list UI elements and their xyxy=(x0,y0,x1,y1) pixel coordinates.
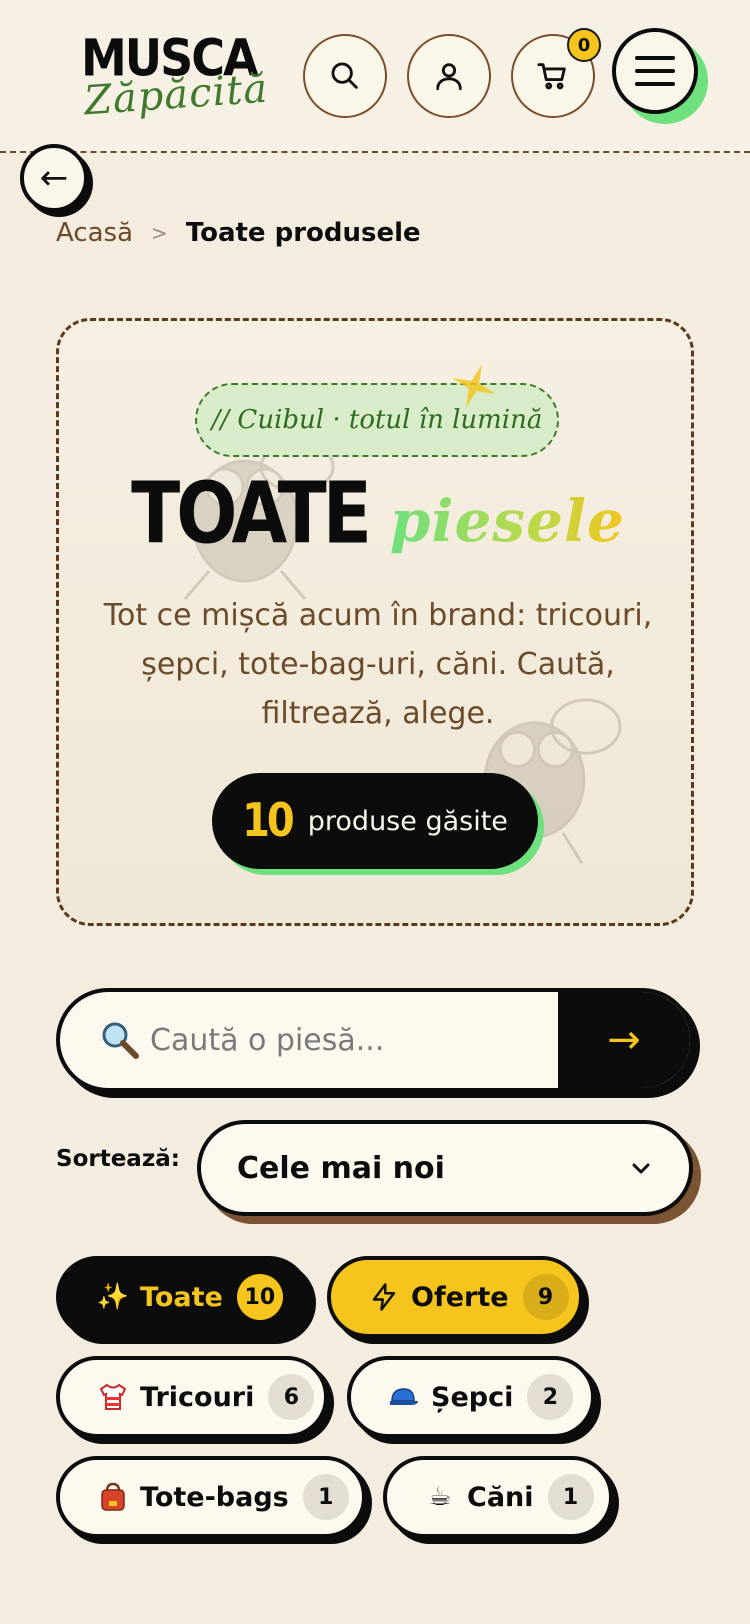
chip-label: Toate xyxy=(140,1281,223,1313)
chip-count: 2 xyxy=(527,1374,574,1420)
mug-icon: ☕ xyxy=(428,1482,452,1512)
title-main: TOATE xyxy=(131,463,372,563)
cart-icon xyxy=(537,63,566,90)
lightning-icon xyxy=(367,1280,401,1314)
page-title: TOATE piesele xyxy=(59,463,691,562)
filter-chip-tricouri[interactable]: Tricouri 6 xyxy=(56,1356,328,1438)
chip-label: Șepci xyxy=(431,1381,514,1413)
filter-chip-tote-bags[interactable]: Tote-bags 1 xyxy=(56,1456,366,1538)
tshirt-icon xyxy=(96,1380,130,1414)
breadcrumb: Acasă > Toate produsele xyxy=(56,218,421,248)
account-button[interactable] xyxy=(407,34,491,118)
cap-icon xyxy=(387,1380,421,1414)
chip-count: 1 xyxy=(547,1474,594,1520)
product-search: → xyxy=(56,988,694,1092)
chip-label: Tricouri xyxy=(140,1381,255,1413)
chip-count: 6 xyxy=(268,1374,315,1420)
chip-label: Tote-bags xyxy=(140,1481,289,1513)
product-count-number: 10 xyxy=(242,794,295,848)
cart-button[interactable]: 0 xyxy=(511,28,601,118)
filter-chip-cani[interactable]: ☕ Căni 1 xyxy=(383,1456,613,1538)
breadcrumb-separator: > xyxy=(151,221,168,245)
back-arrow-icon: ← xyxy=(39,158,69,198)
menu-button[interactable] xyxy=(612,28,698,114)
hero-tagline: // Cuibul · totul în lumină xyxy=(195,383,559,457)
search-button[interactable] xyxy=(303,34,387,118)
cart-count-badge: 0 xyxy=(567,28,601,62)
chip-count: 10 xyxy=(236,1274,283,1320)
site-header: MUSCA Zăpăcită 0 xyxy=(0,0,750,153)
filter-chip-toate[interactable]: ✨ Toate 10 xyxy=(56,1256,310,1338)
chip-label: Oferte xyxy=(411,1281,509,1313)
brand-logo[interactable]: MUSCA Zăpăcită xyxy=(78,28,270,128)
sparkles-icon: ✨ xyxy=(96,1282,130,1312)
back-button[interactable]: ← xyxy=(20,144,88,212)
bag-icon xyxy=(96,1480,130,1514)
hero-description: Tot ce mișcă acum în brand: tricouri, șe… xyxy=(103,598,653,731)
sort-selected-value: Cele mai noi xyxy=(237,1150,445,1186)
chip-count: 1 xyxy=(302,1474,349,1520)
sparkle-icon xyxy=(452,364,496,408)
breadcrumb-current: Toate produsele xyxy=(185,218,421,248)
chip-count: 9 xyxy=(522,1274,569,1320)
breadcrumb-home-link[interactable]: Acasă xyxy=(56,218,133,248)
search-icon xyxy=(331,62,358,89)
search-submit-button[interactable]: → xyxy=(558,992,690,1088)
menu-icon xyxy=(635,56,675,86)
sort-label: Sortează: xyxy=(56,1146,180,1172)
filter-chip-sepci[interactable]: Șepci 2 xyxy=(347,1356,595,1438)
chip-label: Căni xyxy=(467,1481,534,1513)
title-accent: piesele xyxy=(389,487,625,555)
product-count-badge: 10 produse găsite xyxy=(212,773,538,869)
hero-card: // Cuibul · totul în lumină TOATE piesele… xyxy=(56,318,694,926)
user-icon xyxy=(436,63,462,91)
search-input[interactable] xyxy=(150,1010,540,1070)
arrow-right-icon: → xyxy=(607,1017,641,1063)
product-count-label: produse găsite xyxy=(307,805,508,837)
chevron-down-icon xyxy=(632,1163,650,1174)
filter-chip-oferte[interactable]: Oferte 9 xyxy=(327,1256,583,1338)
sort-select[interactable]: Cele mai noi xyxy=(197,1120,693,1216)
magnifier-icon xyxy=(102,1022,139,1059)
